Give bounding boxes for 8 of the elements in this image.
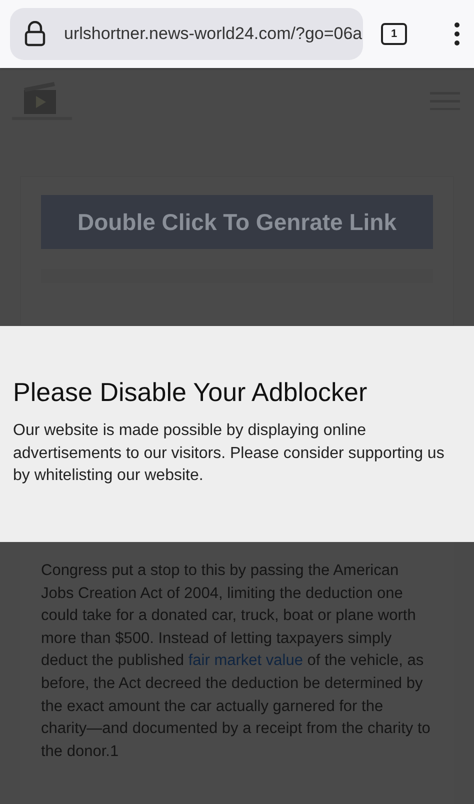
address-bar[interactable]: urlshortner.news-world24.com/?go=06a	[10, 8, 363, 60]
url-text: urlshortner.news-world24.com/?go=06a	[64, 23, 362, 46]
more-menu-icon[interactable]	[454, 22, 460, 46]
lock-icon	[24, 21, 46, 47]
modal-title: Please Disable Your Adblocker	[13, 376, 368, 408]
tab-count-button[interactable]: 1	[381, 23, 407, 45]
generate-link-button[interactable]: Double Click To Genrate Link	[41, 195, 433, 249]
modal-message: Our website is made possible by displaying online advertisements to our visitors. Please consider supporting us by whitelisting our website.	[13, 421, 446, 486]
